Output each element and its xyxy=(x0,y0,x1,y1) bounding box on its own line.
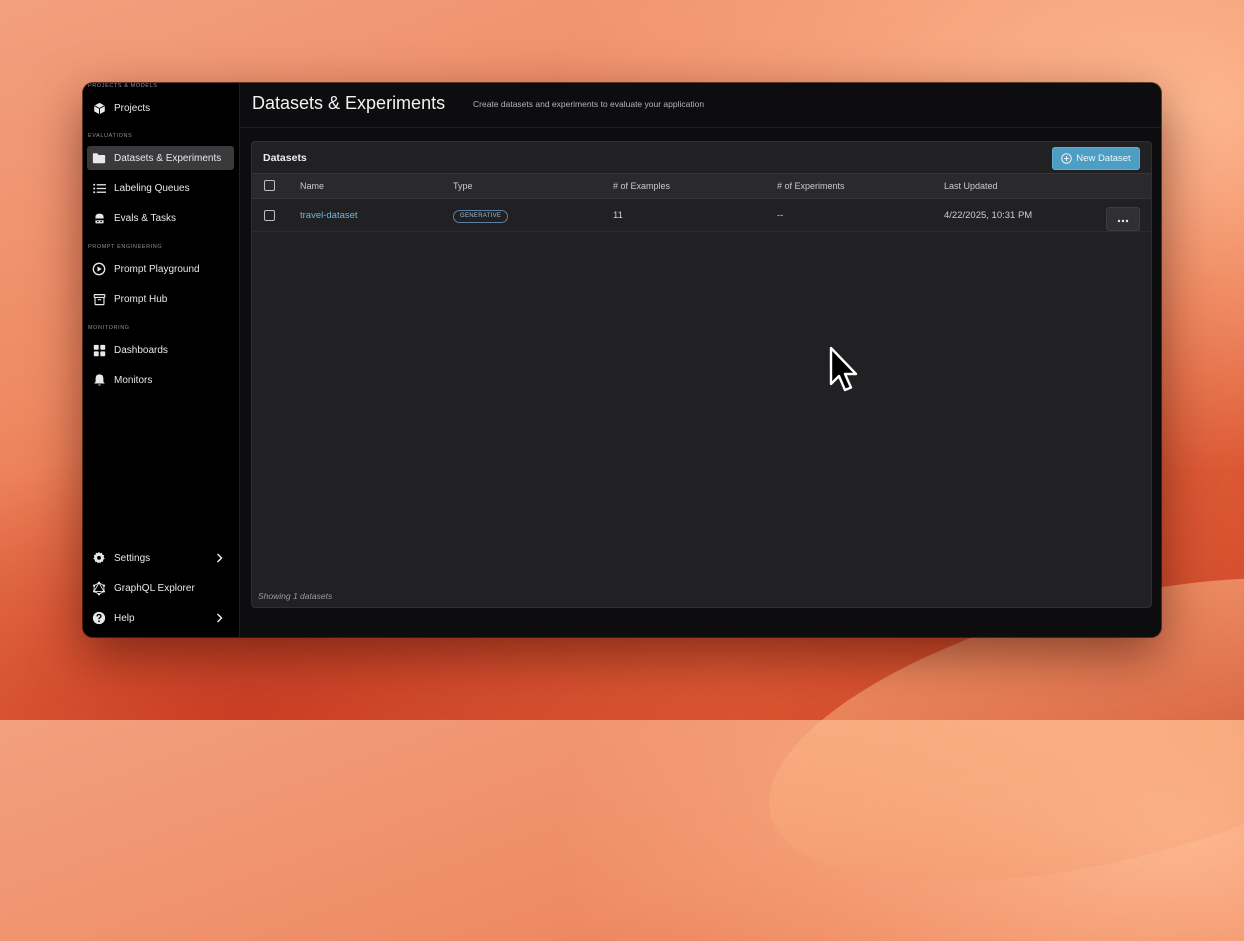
sidebar-item-monitors[interactable]: Monitors xyxy=(87,368,234,392)
section-label-monitoring: MONITORING xyxy=(88,325,130,331)
help-circle-icon xyxy=(92,611,106,625)
bell-icon xyxy=(92,373,106,387)
play-circle-icon xyxy=(92,262,106,276)
column-header-examples[interactable]: # of Examples xyxy=(613,181,670,191)
table-header: Name Type # of Examples # of Experiments… xyxy=(252,173,1151,199)
more-horizontal-icon xyxy=(1117,213,1129,225)
section-label-projects-models: PROJECTS & MODELS xyxy=(88,83,158,89)
column-header-experiments[interactable]: # of Experiments xyxy=(777,181,845,191)
examples-count: 11 xyxy=(613,210,623,221)
cube-icon xyxy=(92,101,106,115)
graphql-icon xyxy=(92,581,106,595)
row-checkbox[interactable] xyxy=(264,210,275,221)
new-dataset-button[interactable]: New Dataset xyxy=(1052,147,1140,170)
folder-icon xyxy=(92,151,106,165)
main-content: Datasets & Experiments Create datasets a… xyxy=(240,83,1161,637)
sidebar-item-label: Monitors xyxy=(114,374,153,386)
header-divider xyxy=(240,127,1161,128)
sidebar-item-label: GraphQL Explorer xyxy=(114,582,195,594)
sidebar-item-label: Datasets & Experiments xyxy=(114,152,222,164)
experiments-count: -- xyxy=(777,210,784,221)
list-icon xyxy=(92,181,106,195)
archive-icon xyxy=(92,292,106,306)
sidebar-item-settings[interactable]: Settings xyxy=(87,546,234,570)
table-row[interactable]: travel-dataset GENERATIVE 11 -- 4/22/202… xyxy=(252,198,1151,232)
panel-title: Datasets xyxy=(263,152,307,164)
page-title: Datasets & Experiments xyxy=(252,93,446,113)
column-header-type[interactable]: Type xyxy=(453,181,473,191)
page-subtitle: Create datasets and experiments to evalu… xyxy=(473,99,705,109)
app-window: PROJECTS & MODELS Projects EVALUATIONS D… xyxy=(83,83,1161,637)
chevron-right-icon xyxy=(212,551,226,565)
sidebar-item-label: Labeling Queues xyxy=(114,182,190,194)
column-header-last-updated[interactable]: Last Updated xyxy=(944,181,998,191)
sidebar-item-help[interactable]: Help xyxy=(87,606,234,630)
section-label-prompt-engineering: PROMPT ENGINEERING xyxy=(88,244,163,250)
grid-icon xyxy=(92,343,106,357)
sidebar-item-label: Settings xyxy=(114,552,151,564)
sidebar-item-label: Prompt Hub xyxy=(114,293,168,305)
column-header-name[interactable]: Name xyxy=(300,181,324,191)
sidebar-item-prompt-playground[interactable]: Prompt Playground xyxy=(87,257,234,281)
sidebar-item-label: Projects xyxy=(114,102,151,114)
new-dataset-label: New Dataset xyxy=(1076,153,1131,164)
sidebar-item-label: Evals & Tasks xyxy=(114,212,177,224)
gear-icon xyxy=(92,551,106,565)
datasets-panel: Datasets New Dataset Name Type # of Exam… xyxy=(251,141,1152,608)
sidebar: PROJECTS & MODELS Projects EVALUATIONS D… xyxy=(83,83,240,637)
robot-icon xyxy=(92,211,106,225)
results-count: Showing 1 datasets xyxy=(258,591,333,601)
sidebar-item-label: Dashboards xyxy=(114,344,168,356)
mouse-cursor-icon xyxy=(829,346,858,392)
sidebar-item-dashboards[interactable]: Dashboards xyxy=(87,338,234,362)
type-badge: GENERATIVE xyxy=(453,210,509,223)
sidebar-item-label: Prompt Playground xyxy=(114,263,200,275)
sidebar-item-evals-tasks[interactable]: Evals & Tasks xyxy=(87,206,234,230)
select-all-checkbox[interactable] xyxy=(264,180,275,191)
last-updated: 4/22/2025, 10:31 PM xyxy=(944,210,1033,221)
sidebar-item-labeling-queues[interactable]: Labeling Queues xyxy=(87,176,234,200)
sidebar-item-datasets[interactable]: Datasets & Experiments xyxy=(87,146,234,170)
sidebar-item-prompt-hub[interactable]: Prompt Hub xyxy=(87,287,234,311)
plus-circle-icon xyxy=(1061,153,1073,164)
chevron-right-icon xyxy=(212,611,226,625)
sidebar-item-label: Help xyxy=(114,612,135,624)
sidebar-item-projects[interactable]: Projects xyxy=(87,96,234,120)
row-actions-button[interactable] xyxy=(1106,207,1140,231)
section-label-evaluations: EVALUATIONS xyxy=(88,133,133,139)
dataset-name-link[interactable]: travel-dataset xyxy=(300,210,358,221)
sidebar-item-graphql-explorer[interactable]: GraphQL Explorer xyxy=(87,576,234,600)
